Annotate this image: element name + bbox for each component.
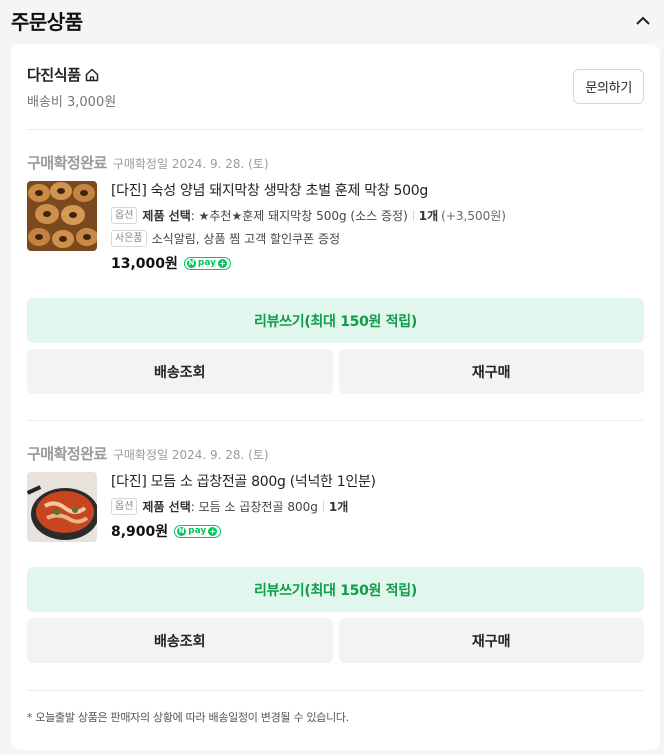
delivery-notice: * 오늘출발 상품은 판매자의 상황에 따라 배송일정이 변경될 수 있습니다. [27, 711, 349, 724]
shipping-fee: 배송비 3,000원 [27, 95, 117, 110]
product-thumbnail[interactable] [27, 181, 97, 251]
option-line: 옵션 제품 선택 : ★추천★훈제 돼지막창 500g (소스 증정) 1개 (… [111, 206, 644, 224]
npay-badge: N pay + [183, 256, 232, 270]
product-name[interactable]: [다진] 숙성 양념 돼지막창 생막창 초벌 훈제 막창 500g [111, 181, 644, 201]
write-review-button[interactable]: 리뷰쓰기(최대 150원 적립) [27, 298, 644, 343]
plus-icon: + [218, 258, 228, 268]
gift-text: 소식알림, 상품 찜 고객 할인쿠폰 증정 [151, 231, 341, 246]
quantity: 1개 [418, 208, 439, 223]
order-item: 구매확정완료 구매확정일 2024. 9. 28. (토) [다진] 모듬 소 … [27, 420, 644, 663]
gift-tag: 사은품 [111, 229, 147, 247]
option-line: 옵션 제품 선택 : 모듬 소 곱창전골 800g 1개 [111, 497, 644, 515]
product-info[interactable]: [다진] 모듬 소 곱창전골 800g (넉넉한 1인분) 옵션 제품 선택 :… [27, 472, 644, 542]
gift-line: 사은품 소식알림, 상품 찜 고객 할인쿠폰 증정 [111, 229, 644, 247]
divider [322, 500, 324, 512]
option-value: : ★추천★훈제 돼지막창 500g (소스 증정) [190, 208, 408, 223]
option-label: 제품 선택 [142, 499, 191, 514]
rebuy-button[interactable]: 재구매 [338, 349, 644, 394]
seller-link[interactable]: 다진식품 [27, 64, 116, 85]
inquiry-button[interactable]: 문의하기 [573, 69, 644, 104]
rebuy-button[interactable]: 재구매 [338, 618, 644, 663]
track-delivery-button[interactable]: 배송조회 [27, 618, 333, 663]
order-products-header: 주문상품 [0, 0, 664, 40]
option-tag: 옵션 [111, 206, 138, 224]
divider [412, 209, 414, 221]
order-status: 구매확정완료 [27, 154, 107, 172]
option-value: : 모듬 소 곱창전골 800g [190, 499, 318, 514]
product-info[interactable]: [다진] 숙성 양념 돼지막창 생막창 초벌 훈제 막창 500g 옵션 제품 … [27, 181, 644, 273]
write-review-button[interactable]: 리뷰쓰기(최대 150원 적립) [27, 567, 644, 612]
home-icon[interactable] [84, 67, 100, 83]
order-item: 구매확정완료 구매확정일 2024. 9. 28. (토) [다진] 숙성 양념… [27, 130, 644, 420]
section-title: 주문상품 [11, 9, 83, 34]
product-thumbnail[interactable] [27, 472, 97, 542]
product-name[interactable]: [다진] 모듬 소 곱창전골 800g (넉넉한 1인분) [111, 472, 644, 492]
confirm-date: 구매확정일 2024. 9. 28. (토) [112, 448, 269, 462]
seller-row: 다진식품 배송비 3,000원 문의하기 [27, 44, 644, 130]
npay-badge: N pay + [174, 524, 222, 538]
option-tag: 옵션 [111, 497, 138, 515]
option-label: 제품 선택 [142, 208, 191, 223]
order-card: 다진식품 배송비 3,000원 문의하기 구매확정완료 구매확정일 2024. … [11, 44, 660, 750]
npay-n-icon: N [186, 258, 196, 268]
seller-name[interactable]: 다진식품 [27, 64, 81, 85]
track-delivery-button[interactable]: 배송조회 [27, 349, 333, 394]
notice-section: * 오늘출발 상품은 판매자의 상황에 따라 배송일정이 변경될 수 있습니다. [27, 690, 644, 725]
chevron-up-icon[interactable] [632, 9, 654, 31]
plus-icon: + [208, 526, 218, 536]
extra-price: (+3,500원) [441, 208, 506, 223]
order-status: 구매확정완료 [27, 445, 107, 463]
product-price: 8,900원 [111, 524, 169, 540]
npay-label: pay [197, 257, 217, 268]
npay-label: pay [188, 525, 207, 536]
product-price: 13,000원 [111, 256, 178, 272]
confirm-date: 구매확정일 2024. 9. 28. (토) [112, 157, 269, 171]
quantity: 1개 [328, 499, 349, 514]
npay-n-icon: N [177, 526, 187, 536]
